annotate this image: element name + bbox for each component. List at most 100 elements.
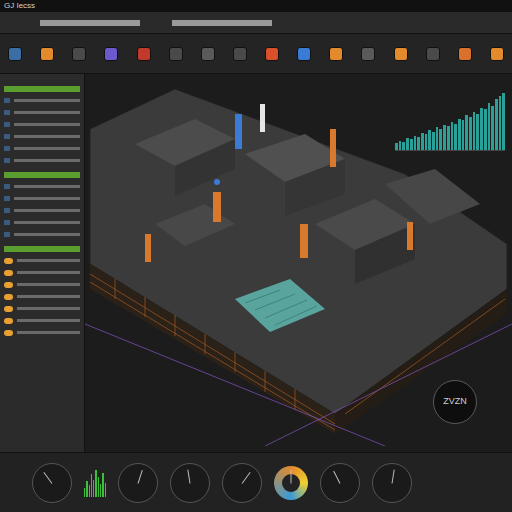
chart-bar <box>473 112 476 150</box>
row-marker <box>4 294 13 300</box>
histogram-bar <box>102 473 103 497</box>
histogram-bar <box>84 488 85 496</box>
tool-button[interactable] <box>426 47 440 61</box>
tool-button[interactable] <box>72 47 86 61</box>
panel-row[interactable] <box>4 317 80 324</box>
tool-button[interactable] <box>394 47 408 61</box>
chart-bar <box>410 139 413 150</box>
app-window: GJ Iecss <box>0 0 512 512</box>
row-line <box>14 135 80 138</box>
panel-row[interactable] <box>4 281 80 288</box>
panel-row[interactable] <box>4 207 80 214</box>
chart-bar <box>465 115 468 150</box>
histogram-bar <box>89 485 90 496</box>
panel-section <box>4 86 80 164</box>
tool-button[interactable] <box>265 47 279 61</box>
section-header <box>4 172 80 178</box>
panel-row[interactable] <box>4 305 80 312</box>
panel-row[interactable] <box>4 183 80 190</box>
gauge-needle <box>43 471 52 483</box>
panel-row[interactable] <box>4 219 80 226</box>
panel-row[interactable] <box>4 329 80 336</box>
tool-button[interactable] <box>490 47 504 61</box>
chart-bar <box>414 136 417 150</box>
row-line <box>14 147 80 150</box>
panel-section <box>4 172 80 238</box>
panel-row[interactable] <box>4 145 80 152</box>
chart-bar <box>402 142 405 150</box>
row-marker <box>4 208 10 213</box>
row-line <box>17 295 80 298</box>
chart-bar <box>491 106 494 150</box>
tool-button[interactable] <box>297 47 311 61</box>
gauge-needle <box>242 471 251 483</box>
gauge <box>118 463 158 503</box>
chart-bar <box>406 138 409 150</box>
section-header <box>4 246 80 252</box>
search-field[interactable] <box>40 20 140 26</box>
histogram-bar <box>105 483 106 497</box>
tool-button[interactable] <box>361 47 375 61</box>
row-line <box>14 209 80 212</box>
tool-button[interactable] <box>329 47 343 61</box>
chart-bar <box>495 99 498 150</box>
tool-button[interactable] <box>8 47 22 61</box>
toolbar <box>0 34 512 74</box>
tool-button[interactable] <box>137 47 151 61</box>
row-marker <box>4 220 10 225</box>
histogram-bar <box>93 480 94 497</box>
chart-bar <box>488 103 491 150</box>
row-marker <box>4 330 13 336</box>
tool-button[interactable] <box>458 47 472 61</box>
histogram-bar <box>86 481 87 496</box>
row-marker <box>4 318 13 324</box>
tool-button[interactable] <box>233 47 247 61</box>
row-marker <box>4 258 13 264</box>
row-line <box>17 283 80 286</box>
row-line <box>17 307 80 310</box>
gauge-needle <box>187 469 190 483</box>
panel-row[interactable] <box>4 133 80 140</box>
panel-row[interactable] <box>4 157 80 164</box>
row-line <box>14 221 80 224</box>
histogram <box>84 469 106 497</box>
row-line <box>17 259 80 262</box>
row-marker <box>4 110 10 115</box>
gauge <box>32 463 72 503</box>
row-marker <box>4 184 10 189</box>
row-marker <box>4 232 10 237</box>
left-panel <box>0 74 85 452</box>
row-line <box>14 99 80 102</box>
viewport[interactable]: ZVZN <box>85 74 512 452</box>
histogram-bar <box>95 470 96 497</box>
panel-row[interactable] <box>4 269 80 276</box>
badge: ZVZN <box>433 380 477 424</box>
chart-bar <box>454 124 457 150</box>
panel-row[interactable] <box>4 195 80 202</box>
row-marker <box>4 196 10 201</box>
panel-row[interactable] <box>4 257 80 264</box>
chart-bar <box>436 127 439 150</box>
panel-row[interactable] <box>4 109 80 116</box>
row-marker <box>4 306 13 312</box>
row-marker <box>4 270 13 276</box>
tool-button[interactable] <box>169 47 183 61</box>
chart-bar <box>421 133 424 150</box>
panel-row[interactable] <box>4 293 80 300</box>
chart-bar <box>443 125 446 150</box>
panel-row[interactable] <box>4 231 80 238</box>
panel-row[interactable] <box>4 97 80 104</box>
tool-button[interactable] <box>201 47 215 61</box>
chart-bar <box>439 129 442 150</box>
panel-row[interactable] <box>4 121 80 128</box>
chart-bar <box>480 108 483 150</box>
path-field[interactable] <box>172 20 272 26</box>
tool-button[interactable] <box>40 47 54 61</box>
chart-bar <box>432 132 435 150</box>
gauge-needle <box>333 470 340 483</box>
chart-bar <box>395 143 398 150</box>
workspace: ZVZN <box>0 74 512 452</box>
row-marker <box>4 158 10 163</box>
chart-bar <box>476 114 479 150</box>
tool-button[interactable] <box>104 47 118 61</box>
